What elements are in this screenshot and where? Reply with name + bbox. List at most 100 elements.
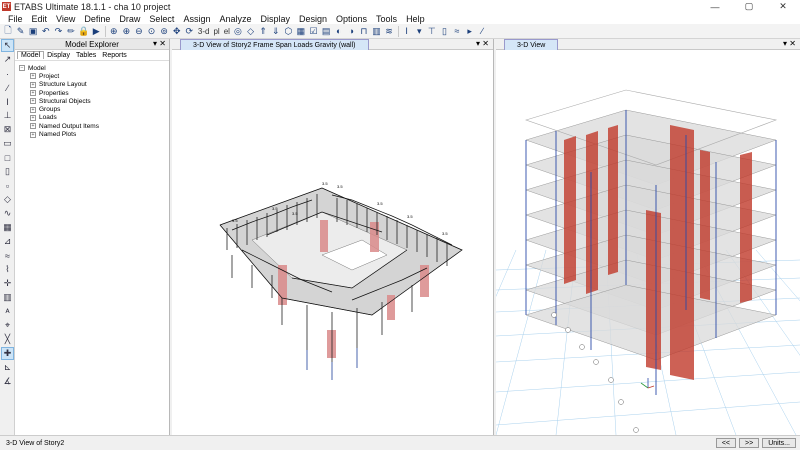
draw-grid-icon[interactable]: ▦: [1, 221, 14, 234]
tab-display[interactable]: Display: [44, 52, 73, 59]
menu-draw[interactable]: Draw: [115, 14, 145, 24]
tree-item-structure-layout[interactable]: + Structure Layout: [19, 81, 169, 89]
reshape-icon[interactable]: ↗: [1, 53, 14, 66]
pan-icon[interactable]: ✥: [171, 25, 183, 37]
view-controls-icon[interactable]: ▾ ✕: [476, 39, 489, 48]
save-icon[interactable]: ▣: [27, 25, 39, 37]
view-tab-3d[interactable]: 3-D View: [504, 39, 559, 50]
redo-icon[interactable]: ↷: [52, 25, 64, 37]
expand-icon[interactable]: +: [30, 114, 36, 121]
menu-edit[interactable]: Edit: [28, 14, 53, 24]
lock-icon[interactable]: 🔒: [78, 25, 90, 37]
draw-opening-icon[interactable]: ▫: [1, 179, 14, 192]
menu-select[interactable]: Select: [145, 14, 179, 24]
zoom-fit-icon[interactable]: ⊚: [158, 25, 170, 37]
wall-icon[interactable]: ▥: [370, 25, 382, 37]
rubber-band-icon[interactable]: ◎: [232, 25, 244, 37]
draw-developed-elev-icon[interactable]: ⌇: [1, 263, 14, 276]
expand-icon[interactable]: +: [30, 81, 36, 88]
draw-frame-icon[interactable]: ∕: [1, 81, 14, 94]
draw-floor-icon[interactable]: ▭: [1, 137, 14, 150]
snap-grid-icon[interactable]: ✚: [1, 347, 14, 360]
tree-item-groups[interactable]: + Groups: [19, 105, 169, 113]
elevation-view-button[interactable]: el: [222, 27, 232, 36]
draw-column-icon[interactable]: I: [1, 95, 14, 108]
extrusion-icon[interactable]: ◑: [345, 25, 357, 37]
draw-dimension-icon[interactable]: ≈: [1, 249, 14, 262]
edit-pencil-icon[interactable]: ✏: [65, 25, 77, 37]
menu-help[interactable]: Help: [402, 14, 430, 24]
plan-view-button[interactable]: pl: [211, 27, 221, 36]
expand-icon[interactable]: +: [30, 73, 36, 80]
draw-tendon-icon[interactable]: ∿: [1, 207, 14, 220]
draw-reference-point-icon[interactable]: ✛: [1, 277, 14, 290]
draw-joint-icon[interactable]: ·: [1, 67, 14, 80]
expand-icon[interactable]: +: [30, 90, 36, 97]
previous-story-button[interactable]: <<: [715, 438, 737, 448]
select-all-icon[interactable]: ▦: [295, 25, 307, 37]
beam-icon[interactable]: ⊤: [426, 25, 438, 37]
expand-icon[interactable]: +: [30, 106, 36, 113]
tree-root-model[interactable]: − Model: [19, 64, 169, 72]
snap-line-icon[interactable]: ∡: [1, 375, 14, 388]
pointer-icon[interactable]: ↖: [1, 39, 14, 52]
draw-wall-stack-icon[interactable]: ▥: [1, 291, 14, 304]
tree-item-properties[interactable]: + Properties: [19, 89, 169, 97]
next-story-button[interactable]: >>: [739, 438, 760, 448]
brace-icon[interactable]: ≈: [451, 25, 463, 37]
expand-icon[interactable]: +: [30, 123, 36, 130]
zoom-out-icon[interactable]: ⊖: [133, 25, 145, 37]
draw-beam-icon[interactable]: ⊥: [1, 109, 14, 122]
link-icon[interactable]: ▸: [464, 25, 476, 37]
select-icon[interactable]: ☑: [308, 25, 320, 37]
run-analysis-icon[interactable]: ▶: [90, 25, 102, 37]
minimize-button[interactable]: —: [698, 0, 732, 13]
draw-rect-floor-icon[interactable]: □: [1, 151, 14, 164]
new-file-icon[interactable]: 🗋: [2, 25, 14, 37]
section-cut-icon[interactable]: I: [401, 25, 413, 37]
column-icon[interactable]: ▯: [438, 25, 450, 37]
tree-item-named-plots[interactable]: + Named Plots: [19, 130, 169, 138]
menu-design[interactable]: Design: [295, 14, 332, 24]
snap-end-icon[interactable]: ╳: [1, 333, 14, 346]
draw-brace-icon[interactable]: ⊠: [1, 123, 14, 136]
menu-define[interactable]: Define: [80, 14, 115, 24]
draw-link-icon[interactable]: ◇: [1, 193, 14, 206]
move-down-icon[interactable]: ⇓: [270, 25, 282, 37]
zoom-in-icon[interactable]: ⊕: [120, 25, 132, 37]
draw-line-icon[interactable]: ∕: [476, 25, 488, 37]
tab-tables[interactable]: Tables: [73, 52, 99, 59]
menu-tools[interactable]: Tools: [372, 14, 402, 24]
collapse-icon[interactable]: −: [19, 65, 25, 72]
perspective-icon[interactable]: ⬡: [282, 25, 294, 37]
open-file-icon[interactable]: ✎: [15, 25, 27, 37]
maximize-button[interactable]: ▢: [732, 0, 766, 13]
view-tab-story2[interactable]: 3-D View of Story2 Frame Span Loads Grav…: [180, 39, 369, 50]
frame-icon[interactable]: ⊓: [358, 25, 370, 37]
menu-analyze[interactable]: Analyze: [215, 14, 256, 24]
menu-options[interactable]: Options: [332, 14, 372, 24]
zoom-previous-icon[interactable]: ⊙: [146, 25, 158, 37]
units-button[interactable]: Units...: [762, 438, 796, 448]
menu-view[interactable]: View: [52, 14, 80, 24]
expand-icon[interactable]: +: [30, 131, 36, 138]
draw-text-icon[interactable]: ᴬ: [1, 305, 14, 318]
pane-controls-icon[interactable]: ▾ ✕: [153, 39, 166, 48]
menu-display[interactable]: Display: [256, 14, 295, 24]
draw-section-cut-icon[interactable]: ⊿: [1, 235, 14, 248]
tab-reports[interactable]: Reports: [99, 52, 130, 59]
rotate-icon[interactable]: ⟳: [183, 25, 195, 37]
tree-item-named-output-items[interactable]: + Named Output Items: [19, 122, 169, 130]
tree-item-project[interactable]: + Project: [19, 72, 169, 80]
snap-icon[interactable]: ⌖: [1, 319, 14, 332]
move-up-icon[interactable]: ⇑: [257, 25, 269, 37]
object-shrink-icon[interactable]: ◐: [333, 25, 345, 37]
view-3d-button[interactable]: 3-d: [196, 27, 212, 36]
model-canvas-3d[interactable]: [496, 50, 800, 435]
close-button[interactable]: ✕: [766, 0, 800, 13]
view-controls-icon[interactable]: ▾ ✕: [783, 39, 796, 48]
tree-item-loads[interactable]: + Loads: [19, 114, 169, 122]
draw-wall-icon[interactable]: ▯: [1, 165, 14, 178]
menu-assign[interactable]: Assign: [179, 14, 215, 24]
snap-perp-icon[interactable]: ⊾: [1, 361, 14, 374]
